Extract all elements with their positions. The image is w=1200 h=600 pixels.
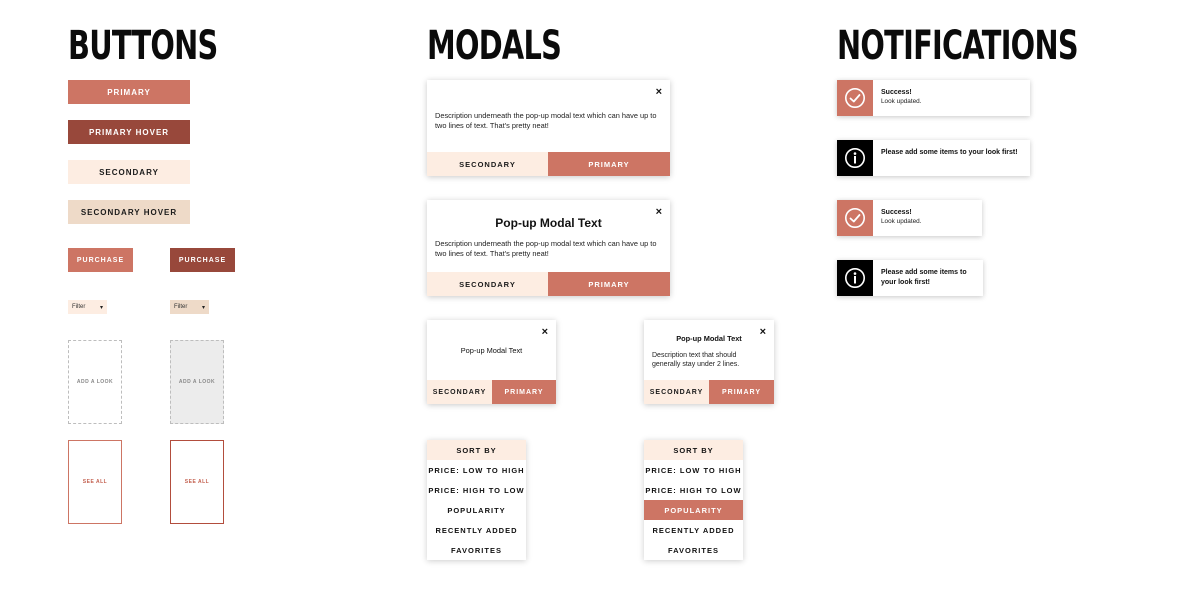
see-all-label: SEE ALL: [82, 479, 108, 485]
filter-label: Filter: [174, 304, 188, 310]
add-look-label: ADD A LOOK: [178, 379, 216, 385]
notification-title: Please add some items to your look first…: [881, 149, 1018, 156]
see-all-hover-card[interactable]: SEE ALL: [170, 440, 224, 524]
secondary-hover-button[interactable]: SECONDARY HOVER: [68, 200, 190, 224]
filter-dropdown[interactable]: Filter ▾: [68, 300, 107, 314]
notification-title: Success!: [881, 89, 912, 96]
modal-small-title: × Pop-up Modal Text SECONDARY PRIMARY: [427, 320, 556, 404]
modal-description: Description underneath the pop-up modal …: [435, 239, 657, 258]
modal-description-only: × Description underneath the pop-up moda…: [427, 80, 670, 176]
sort-option-recently-added[interactable]: RECENTLY ADDED: [427, 520, 526, 540]
sort-option-price-high-low[interactable]: PRICE: HIGH TO LOW: [644, 480, 743, 500]
sort-menu-header: SORT BY: [644, 440, 743, 460]
notification-info: Please add some items to your look first…: [837, 140, 1030, 176]
sort-option-recently-added[interactable]: RECENTLY ADDED: [644, 520, 743, 540]
primary-button[interactable]: PRIMARY: [548, 272, 670, 296]
sort-option-favorites[interactable]: FAVORITES: [644, 540, 743, 560]
sort-menu-header: SORT BY: [427, 440, 526, 460]
sort-option-popularity[interactable]: POPULARITY: [427, 500, 526, 520]
close-icon[interactable]: ×: [656, 87, 662, 98]
info-circle-icon: [837, 140, 873, 176]
sort-option-popularity-active[interactable]: POPULARITY: [644, 500, 743, 520]
modal-description: Description text that should generally s…: [652, 352, 740, 368]
filter-label: Filter: [72, 304, 86, 310]
modal-title-description: × Pop-up Modal Text Description undernea…: [427, 200, 670, 296]
add-look-label: ADD A LOOK: [76, 379, 114, 385]
secondary-button[interactable]: SECONDARY: [427, 272, 548, 296]
primary-hover-button[interactable]: PRIMARY HOVER: [68, 120, 190, 144]
check-circle-icon: [837, 200, 873, 236]
chevron-down-icon: ▾: [201, 304, 205, 311]
modal-title: Pop-up Modal Text: [676, 334, 742, 343]
modal-small-title-description: × Pop-up Modal Text Description text tha…: [644, 320, 774, 404]
notification-subtitle: Look updated.: [881, 98, 922, 105]
primary-button[interactable]: PRIMARY: [68, 80, 190, 104]
secondary-button[interactable]: SECONDARY: [427, 152, 548, 176]
sort-menu-hover-state: SORT BY PRICE: LOW TO HIGH PRICE: HIGH T…: [644, 440, 743, 560]
sort-option-price-high-low[interactable]: PRICE: HIGH TO LOW: [427, 480, 526, 500]
see-all-label: SEE ALL: [184, 479, 210, 485]
notification-info-compact: Please add some items to your look first…: [837, 260, 983, 296]
add-look-card[interactable]: ADD A LOOK: [68, 340, 122, 424]
purchase-hover-button[interactable]: PURCHASE: [170, 248, 235, 272]
modal-title: Pop-up Modal Text: [460, 346, 523, 355]
sort-menu: SORT BY PRICE: LOW TO HIGH PRICE: HIGH T…: [427, 440, 526, 560]
primary-button[interactable]: PRIMARY: [492, 380, 556, 404]
secondary-button[interactable]: SECONDARY: [644, 380, 709, 404]
primary-button[interactable]: PRIMARY: [548, 152, 670, 176]
primary-button[interactable]: PRIMARY: [709, 380, 774, 404]
secondary-button[interactable]: SECONDARY: [427, 380, 492, 404]
modal-description: Description underneath the pop-up modal …: [435, 111, 657, 130]
info-circle-icon: [837, 260, 873, 296]
notification-success: Success! Look updated.: [837, 80, 1030, 116]
filter-hover-dropdown[interactable]: Filter ▾: [170, 300, 209, 314]
sort-option-price-low-high[interactable]: PRICE: LOW TO HIGH: [427, 460, 526, 480]
modals-heading: MODALS: [427, 23, 562, 69]
notification-title: Please add some items to your look first…: [881, 269, 967, 286]
sort-option-price-low-high[interactable]: PRICE: LOW TO HIGH: [644, 460, 743, 480]
see-all-card[interactable]: SEE ALL: [68, 440, 122, 524]
purchase-button[interactable]: PURCHASE: [68, 248, 133, 272]
sort-option-favorites[interactable]: FAVORITES: [427, 540, 526, 560]
add-look-hover-card[interactable]: ADD A LOOK: [170, 340, 224, 424]
notifications-heading: NOTIFICATIONS: [837, 23, 1079, 69]
modal-title: Pop-up Modal Text: [495, 216, 602, 230]
secondary-button[interactable]: SECONDARY: [68, 160, 190, 184]
notification-title: Success!: [881, 209, 912, 216]
notification-success-compact: Success! Look updated.: [837, 200, 982, 236]
notification-subtitle: Look updated.: [881, 218, 922, 225]
close-icon[interactable]: ×: [542, 327, 548, 338]
chevron-down-icon: ▾: [99, 304, 103, 311]
check-circle-icon: [837, 80, 873, 116]
buttons-heading: BUTTONS: [68, 23, 218, 69]
